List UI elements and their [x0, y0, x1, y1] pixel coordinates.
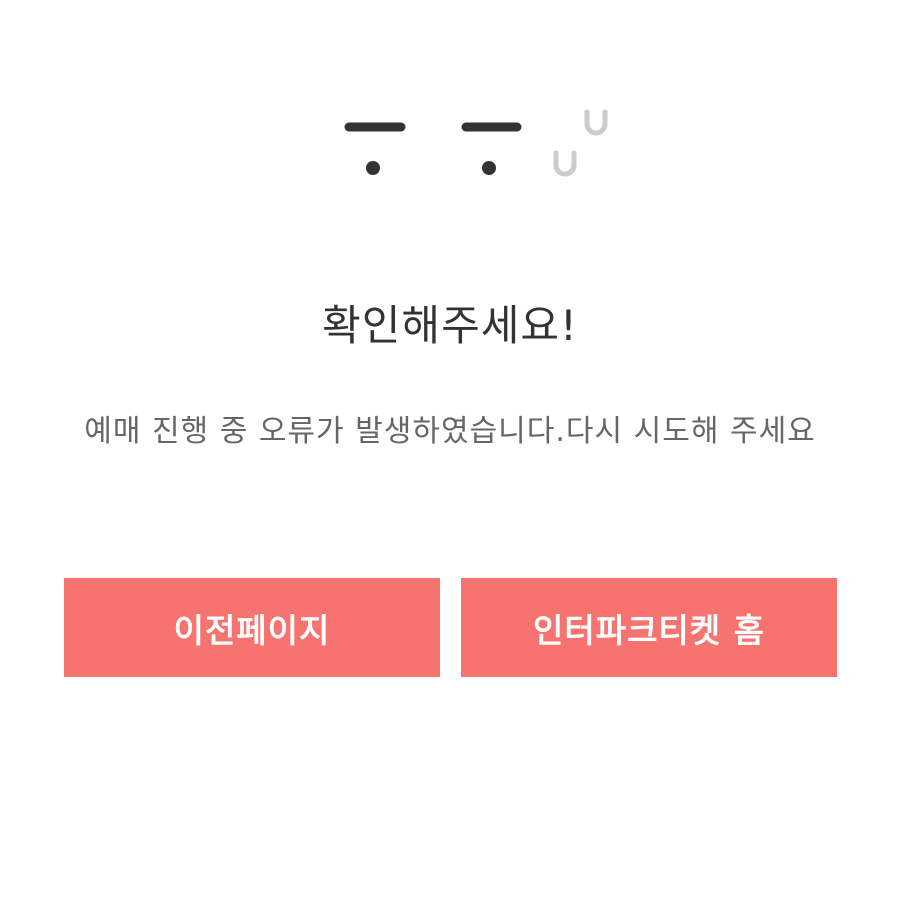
interpark-ticket-home-button[interactable]: 인터파크티켓 홈 [461, 578, 837, 677]
error-title: 확인해주세요! [322, 301, 578, 350]
previous-page-button[interactable]: 이전페이지 [64, 578, 440, 677]
previous-page-button-label: 이전페이지 [173, 610, 331, 650]
tear-drops-icon [553, 109, 608, 177]
error-page: 확인해주세요! 예매 진행 중 오류가 발생하였습니다.다시 시도해 주세요 이… [0, 0, 900, 908]
left-eye [344, 122, 406, 175]
right-eye [461, 122, 522, 175]
error-message: 예매 진행 중 오류가 발생하였습니다.다시 시도해 주세요 [84, 414, 816, 449]
interpark-ticket-home-button-label: 인터파크티켓 홈 [532, 610, 765, 650]
crying-face-icon [344, 109, 608, 177]
